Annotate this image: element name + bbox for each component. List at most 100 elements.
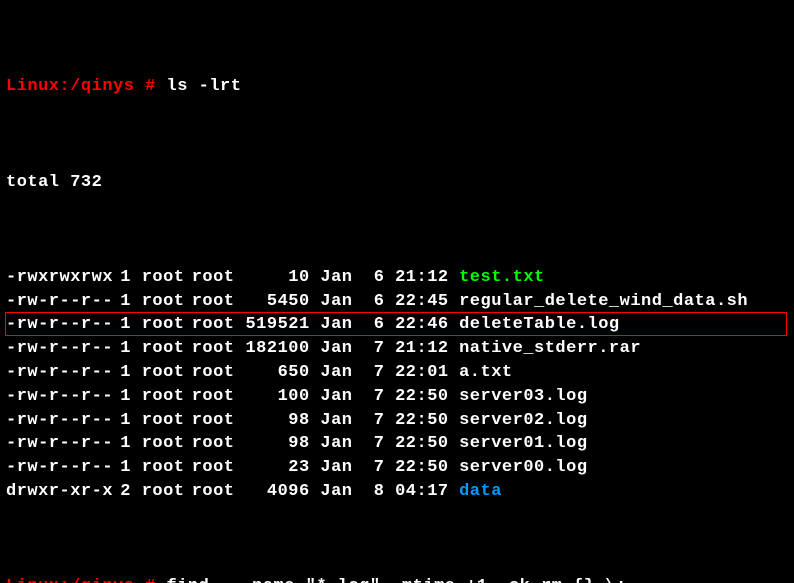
permissions: -rw-r--r-- xyxy=(6,432,111,456)
day: 7 xyxy=(356,385,384,409)
owner: root xyxy=(142,337,192,361)
filename: server00.log xyxy=(455,456,587,480)
link-count: 1 xyxy=(111,313,131,337)
link-count: 1 xyxy=(111,266,131,290)
day: 6 xyxy=(356,313,384,337)
month: Jan xyxy=(320,266,356,290)
filename: test.txt xyxy=(455,266,545,290)
permissions: -rw-r--r-- xyxy=(6,409,111,433)
prompt-line-1: Linux:/qinys # ls -lrt xyxy=(6,75,788,99)
time: 22:50 xyxy=(395,409,455,433)
day: 7 xyxy=(356,409,384,433)
group: root xyxy=(192,337,242,361)
link-count: 1 xyxy=(111,456,131,480)
group: root xyxy=(192,409,242,433)
month: Jan xyxy=(320,313,356,337)
owner: root xyxy=(142,409,192,433)
link-count: 1 xyxy=(111,409,131,433)
time: 22:50 xyxy=(395,432,455,456)
group: root xyxy=(192,266,242,290)
filename: server02.log xyxy=(455,409,587,433)
permissions: -rw-r--r-- xyxy=(6,456,111,480)
link-count: 1 xyxy=(111,337,131,361)
group: root xyxy=(192,290,242,314)
terminal[interactable]: Linux:/qinys # ls -lrt total 732 -rwxrwx… xyxy=(0,0,794,583)
owner: root xyxy=(142,432,192,456)
group: root xyxy=(192,361,242,385)
month: Jan xyxy=(320,480,356,504)
filename: server03.log xyxy=(455,385,587,409)
day: 6 xyxy=(356,290,384,314)
day: 7 xyxy=(356,361,384,385)
list-item: -rw-r--r--1 rootroot519521 Jan6 22:46del… xyxy=(6,313,788,337)
command-find: find . -name "*.log" -mtime +1 -ok rm {}… xyxy=(167,577,627,583)
month: Jan xyxy=(320,337,356,361)
size: 98 xyxy=(242,409,310,433)
group: root xyxy=(192,432,242,456)
owner: root xyxy=(142,456,192,480)
size: 182100 xyxy=(242,337,310,361)
time: 04:17 xyxy=(395,480,455,504)
owner: root xyxy=(142,385,192,409)
time: 21:12 xyxy=(395,266,455,290)
time: 21:12 xyxy=(395,337,455,361)
permissions: -rw-r--r-- xyxy=(6,290,111,314)
total-1: total 732 xyxy=(6,171,788,195)
list-item: -rw-r--r--1 rootroot5450 Jan6 22:45regul… xyxy=(6,290,788,314)
permissions: -rw-r--r-- xyxy=(6,337,111,361)
permissions: -rw-r--r-- xyxy=(6,361,111,385)
month: Jan xyxy=(320,432,356,456)
filename: native_stderr.rar xyxy=(455,337,641,361)
link-count: 2 xyxy=(111,480,131,504)
month: Jan xyxy=(320,456,356,480)
time: 22:50 xyxy=(395,456,455,480)
size: 10 xyxy=(242,266,310,290)
owner: root xyxy=(142,266,192,290)
prompt: Linux:/qinys xyxy=(6,577,134,583)
file-listing-1: -rwxrwxrwx1 rootroot10 Jan6 21:12test.tx… xyxy=(6,266,788,504)
size: 4096 xyxy=(242,480,310,504)
day: 8 xyxy=(356,480,384,504)
time: 22:01 xyxy=(395,361,455,385)
month: Jan xyxy=(320,409,356,433)
size: 23 xyxy=(242,456,310,480)
group: root xyxy=(192,456,242,480)
month: Jan xyxy=(320,385,356,409)
group: root xyxy=(192,313,242,337)
day: 7 xyxy=(356,432,384,456)
list-item: -rw-r--r--1 rootroot98 Jan7 22:50server0… xyxy=(6,432,788,456)
size: 650 xyxy=(242,361,310,385)
link-count: 1 xyxy=(111,290,131,314)
owner: root xyxy=(142,480,192,504)
link-count: 1 xyxy=(111,432,131,456)
day: 7 xyxy=(356,337,384,361)
owner: root xyxy=(142,313,192,337)
size: 5450 xyxy=(242,290,310,314)
permissions: -rw-r--r-- xyxy=(6,385,111,409)
filename: data xyxy=(455,480,502,504)
filename: deleteTable.log xyxy=(455,313,620,337)
owner: root xyxy=(142,290,192,314)
list-item: -rw-r--r--1 rootroot98 Jan7 22:50server0… xyxy=(6,409,788,433)
time: 22:45 xyxy=(395,290,455,314)
filename: a.txt xyxy=(455,361,513,385)
group: root xyxy=(192,480,242,504)
group: root xyxy=(192,385,242,409)
size: 100 xyxy=(242,385,310,409)
month: Jan xyxy=(320,290,356,314)
link-count: 1 xyxy=(111,385,131,409)
month: Jan xyxy=(320,361,356,385)
list-item: -rw-r--r--1 rootroot650 Jan7 22:01a.txt xyxy=(6,361,788,385)
size: 98 xyxy=(242,432,310,456)
command-ls-1: ls -lrt xyxy=(167,77,242,96)
filename: server01.log xyxy=(455,432,587,456)
filename: regular_delete_wind_data.sh xyxy=(455,290,748,314)
prompt-line-2: Linux:/qinys # find . -name "*.log" -mti… xyxy=(6,575,788,583)
link-count: 1 xyxy=(111,361,131,385)
permissions: -rwxrwxrwx xyxy=(6,266,111,290)
time: 22:50 xyxy=(395,385,455,409)
time: 22:46 xyxy=(395,313,455,337)
day: 6 xyxy=(356,266,384,290)
list-item: -rw-r--r--1 rootroot182100 Jan7 21:12nat… xyxy=(6,337,788,361)
prompt: Linux:/qinys xyxy=(6,77,134,96)
